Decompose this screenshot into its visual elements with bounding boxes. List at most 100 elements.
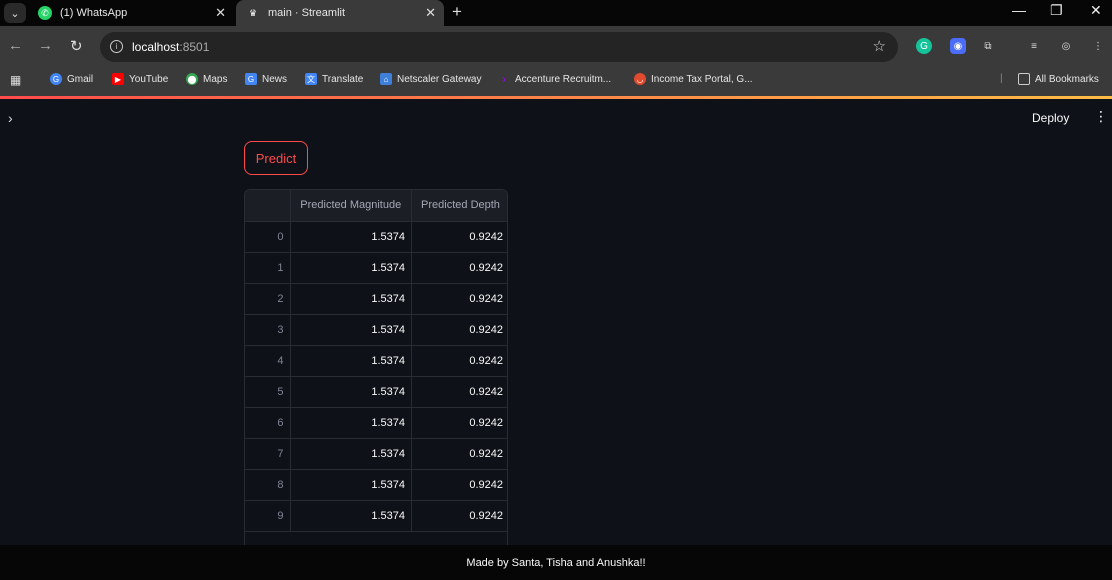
extensions-puzzle-icon[interactable]: ⧉ — [980, 38, 996, 54]
address-toolbar: ← → ↻ i localhost:8501 ☆ G ◉ ⧉ ≡ ◎ ⋮ — [0, 26, 1112, 68]
table-cell[interactable]: 0.9242 — [411, 500, 507, 532]
predictions-dataframe[interactable]: Predicted Magnitude Predicted Depth 0 1.5… — [244, 189, 508, 545]
all-bookmarks-button[interactable]: All Bookmarks — [1018, 73, 1099, 85]
table-row[interactable]: 0 1.5374 0.9242 — [245, 221, 507, 253]
table-cell[interactable]: 0.9242 — [411, 345, 507, 377]
bookmarks-bar: ▦ G Gmail ▶ YouTube ⬤ Maps G News 文 Translate… — [0, 68, 1112, 96]
bookmark-translate[interactable]: 文 Translate — [305, 73, 363, 85]
reload-icon[interactable]: ↻ — [70, 37, 83, 55]
table-cell[interactable]: 1.5374 — [290, 407, 412, 439]
table-row[interactable]: 6 1.5374 0.9242 — [245, 407, 507, 439]
row-index[interactable]: 4 — [245, 345, 291, 377]
row-index[interactable]: 9 — [245, 500, 291, 532]
close-tab-icon[interactable]: ✕ — [425, 5, 436, 21]
table-cell[interactable]: 1.5374 — [290, 500, 412, 532]
site-info-icon[interactable]: i — [110, 40, 123, 53]
table-cell[interactable]: 0.9242 — [411, 376, 507, 408]
column-header[interactable]: Predicted Depth — [411, 190, 507, 222]
reading-list-icon[interactable]: ≡ — [1026, 38, 1042, 54]
bookmark-youtube[interactable]: ▶ YouTube — [112, 73, 168, 85]
expand-sidebar-icon[interactable]: › — [8, 110, 13, 126]
folder-icon — [1018, 73, 1030, 85]
index-header[interactable] — [245, 190, 291, 222]
table-cell[interactable]: 0.9242 — [411, 221, 507, 253]
column-header[interactable]: Predicted Magnitude — [290, 190, 412, 222]
deploy-button[interactable]: Deploy — [1032, 111, 1069, 125]
news-icon: G — [245, 73, 257, 85]
address-bar[interactable]: i localhost:8501 ☆ — [100, 32, 898, 62]
table-cell[interactable]: 1.5374 — [290, 252, 412, 284]
table-cell[interactable]: 1.5374 — [290, 438, 412, 470]
table-cell[interactable]: 0.9242 — [411, 283, 507, 315]
table-row[interactable]: 9 1.5374 0.9242 — [245, 500, 507, 532]
table-row[interactable]: 3 1.5374 0.9242 — [245, 314, 507, 346]
table-row[interactable]: 2 1.5374 0.9242 — [245, 283, 507, 315]
close-tab-icon[interactable]: ✕ — [215, 5, 226, 21]
table-cell[interactable]: 0.9242 — [411, 252, 507, 284]
bookmark-income-tax[interactable]: ◡ Income Tax Portal, G... — [634, 73, 753, 85]
grammarly-icon[interactable]: G — [916, 38, 932, 54]
close-window-icon[interactable]: ✕ — [1090, 2, 1102, 19]
table-row[interactable]: 8 1.5374 0.9242 — [245, 469, 507, 501]
table-row[interactable]: 1 1.5374 0.9242 — [245, 252, 507, 284]
table-cell[interactable]: 0.9242 — [411, 469, 507, 501]
row-index[interactable]: 2 — [245, 283, 291, 315]
bookmark-accenture[interactable]: › Accenture Recruitm... — [498, 72, 611, 86]
table-cell[interactable]: 1.5374 — [290, 376, 412, 408]
maps-icon: ⬤ — [186, 73, 198, 85]
row-index[interactable]: 6 — [245, 407, 291, 439]
gmail-icon: G — [50, 73, 62, 85]
tab-search-button[interactable]: ⌄ — [4, 3, 26, 23]
apps-grid-icon[interactable]: ▦ — [10, 73, 21, 87]
bookmark-gmail[interactable]: G Gmail — [50, 73, 93, 85]
minimize-icon[interactable]: — — [1012, 2, 1026, 18]
new-tab-button[interactable]: + — [452, 2, 462, 22]
youtube-icon: ▶ — [112, 73, 124, 85]
table-row[interactable]: 7 1.5374 0.9242 — [245, 438, 507, 470]
table-cell[interactable]: 0.9242 — [411, 407, 507, 439]
browser-menu-icon[interactable]: ⋮ — [1090, 38, 1106, 54]
bookmarks-divider: | — [1000, 73, 1003, 84]
whatsapp-icon: ✆ — [38, 6, 52, 20]
back-icon[interactable]: ← — [8, 37, 23, 54]
bookmark-star-icon[interactable]: ☆ — [873, 37, 886, 55]
table-cell[interactable]: 0.9242 — [411, 438, 507, 470]
tab-whatsapp[interactable]: ✆ (1) WhatsApp ✕ — [28, 0, 234, 26]
restore-icon[interactable]: ❐ — [1050, 2, 1063, 19]
predict-button[interactable]: Predict — [244, 141, 308, 175]
translate-icon: 文 — [305, 73, 317, 85]
extension-icon[interactable]: ◉ — [950, 38, 966, 54]
netscaler-icon: ⌂ — [380, 73, 392, 85]
table-cell[interactable]: 1.5374 — [290, 283, 412, 315]
tab-title: (1) WhatsApp — [60, 7, 128, 19]
row-index[interactable]: 3 — [245, 314, 291, 346]
row-index[interactable]: 8 — [245, 469, 291, 501]
main-menu-icon[interactable]: ⋮ — [1094, 108, 1108, 125]
forward-icon[interactable]: → — [38, 37, 53, 54]
footer-text: Made by Santa, Tisha and Anushka!! — [0, 545, 1112, 580]
table-cell[interactable]: 1.5374 — [290, 221, 412, 253]
row-index[interactable]: 1 — [245, 252, 291, 284]
tab-title: main · Streamlit — [268, 7, 346, 19]
table-row[interactable]: 5 1.5374 0.9242 — [245, 376, 507, 408]
streamlit-icon: ♛ — [248, 7, 258, 18]
table-cell[interactable]: 1.5374 — [290, 469, 412, 501]
row-index[interactable]: 7 — [245, 438, 291, 470]
income-tax-icon: ◡ — [634, 73, 646, 85]
profile-icon[interactable]: ◎ — [1058, 38, 1074, 54]
table-cell[interactable]: 1.5374 — [290, 314, 412, 346]
table-cell[interactable]: 1.5374 — [290, 345, 412, 377]
url-text: localhost:8501 — [132, 40, 210, 54]
table-cell[interactable]: 0.9242 — [411, 314, 507, 346]
bookmark-maps[interactable]: ⬤ Maps — [186, 73, 227, 85]
tab-streamlit[interactable]: ♛ main · Streamlit ✕ — [236, 0, 444, 26]
streamlit-app: › Deploy ⋮ Predict Predicted Magnitude P… — [0, 99, 1112, 545]
table-row[interactable]: 4 1.5374 0.9242 — [245, 345, 507, 377]
accenture-icon: › — [502, 72, 506, 86]
browser-tab-bar: ⌄ ✆ (1) WhatsApp ✕ ♛ main · Streamlit ✕ … — [0, 0, 1112, 26]
bookmark-netscaler[interactable]: ⌂ Netscaler Gateway — [380, 73, 481, 85]
row-index[interactable]: 0 — [245, 221, 291, 253]
bookmark-news[interactable]: G News — [245, 73, 287, 85]
row-index[interactable]: 5 — [245, 376, 291, 408]
table-header-row: Predicted Magnitude Predicted Depth — [245, 190, 507, 222]
